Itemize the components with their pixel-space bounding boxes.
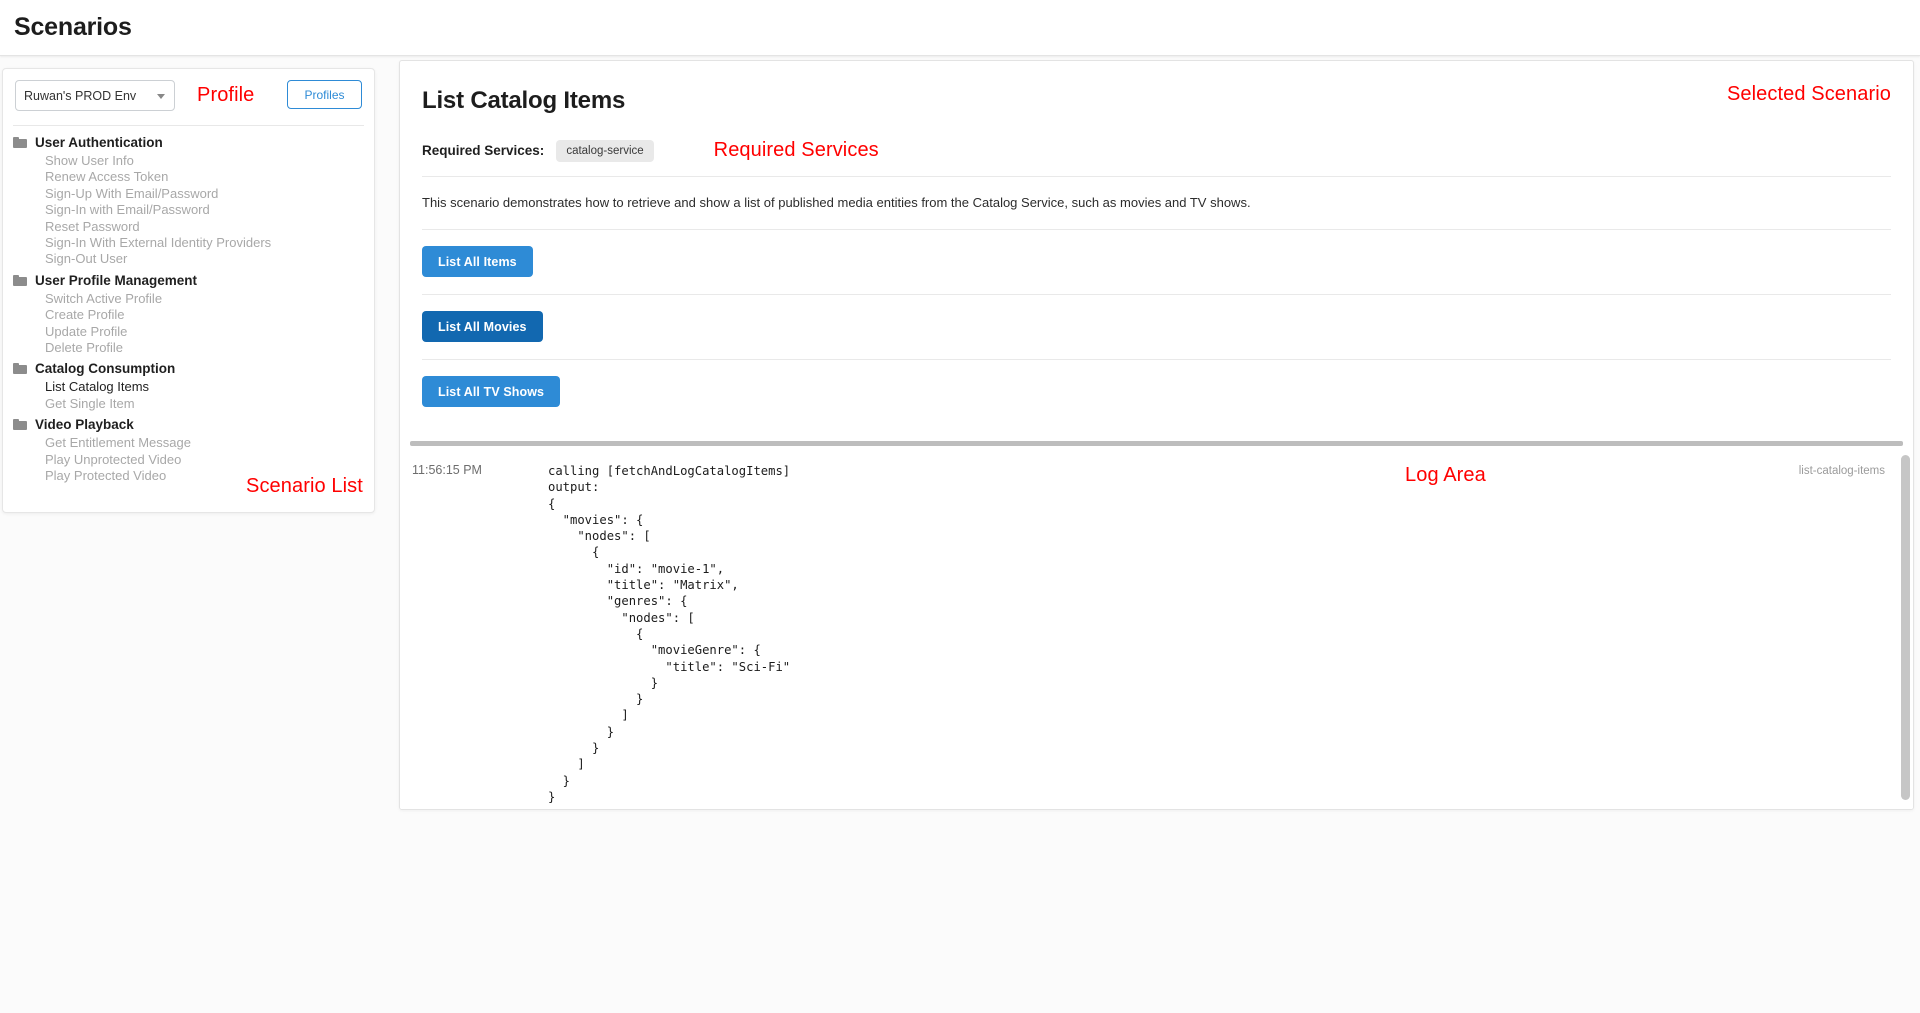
folder-icon <box>13 363 27 374</box>
log-scrollbar[interactable] <box>1901 455 1910 805</box>
scenario-item[interactable]: Sign-In With External Identity Providers <box>13 235 364 251</box>
scenario-description: This scenario demonstrates how to retrie… <box>400 177 1913 212</box>
scenario-item[interactable]: Delete Profile <box>13 340 364 356</box>
scenario-list-panel: Ruwan's PROD Env Profile Profiles User A… <box>2 68 375 513</box>
scenario-group-1[interactable]: User Profile Management <box>13 270 364 291</box>
app-root: Scenarios Ruwan's PROD Env Profile Profi… <box>0 0 1920 1013</box>
profiles-button[interactable]: Profiles <box>287 80 362 109</box>
scenario-item[interactable]: Sign-In with Email/Password <box>13 202 364 218</box>
profile-select-value: Ruwan's PROD Env <box>24 89 136 103</box>
sidebar-divider <box>13 125 364 126</box>
scenario-group-label: User Authentication <box>35 135 163 150</box>
log-area: 11:56:15 PM calling [fetchAndLogCatalogI… <box>400 451 1913 809</box>
action-row-1: List All Movies <box>400 295 1913 342</box>
scenario-item[interactable]: List Catalog Items <box>13 379 364 395</box>
scenario-item[interactable]: Switch Active Profile <box>13 291 364 307</box>
action-row-0: List All Items <box>400 230 1913 277</box>
scenario-group-2[interactable]: Catalog Consumption <box>13 358 364 379</box>
scenario-item[interactable]: Create Profile <box>13 307 364 323</box>
scenario-item[interactable]: Show User Info <box>13 153 364 169</box>
chevron-down-icon <box>157 94 165 99</box>
required-services-label: Required Services: <box>422 143 544 158</box>
scenario-item[interactable]: Get Single Item <box>13 396 364 412</box>
scenario-title: List Catalog Items <box>422 87 1891 115</box>
folder-icon <box>13 275 27 286</box>
scenario-item[interactable]: Sign-Out User <box>13 251 364 267</box>
scenario-detail-panel: List Catalog Items Selected Scenario Req… <box>399 60 1914 810</box>
page-title: Scenarios <box>14 13 132 42</box>
scenario-item[interactable]: Reset Password <box>13 219 364 235</box>
annotation-required-services: Required Services <box>714 139 879 162</box>
page-header: Scenarios <box>0 0 1920 56</box>
scenario-tree: User Authentication Show User InfoRenew A… <box>3 132 374 493</box>
profile-select[interactable]: Ruwan's PROD Env <box>15 80 175 111</box>
log-output: calling [fetchAndLogCatalogItems] output… <box>548 463 1913 805</box>
scenario-item[interactable]: Get Entitlement Message <box>13 435 364 451</box>
service-chip: catalog-service <box>556 140 653 162</box>
scenario-group-3[interactable]: Video Playback <box>13 414 364 435</box>
log-scrollbar-thumb[interactable] <box>1901 455 1910 800</box>
scenario-group-0[interactable]: User Authentication <box>13 132 364 153</box>
log-entry: 11:56:15 PM calling [fetchAndLogCatalogI… <box>400 451 1913 805</box>
scenario-group-label: User Profile Management <box>35 273 197 288</box>
annotation-scenario-list: Scenario List <box>246 475 363 498</box>
log-panel-resizer[interactable] <box>410 441 1903 446</box>
log-scenario-tag: list-catalog-items <box>1799 465 1885 477</box>
list-all-items-button[interactable]: List All Items <box>422 246 533 277</box>
folder-icon <box>13 137 27 148</box>
log-timestamp: 11:56:15 PM <box>400 463 548 805</box>
action-row-2: List All TV Shows <box>400 360 1913 407</box>
scenario-item[interactable]: Update Profile <box>13 324 364 340</box>
required-services-row: Required Services: catalog-service Requi… <box>422 139 1891 162</box>
profile-row: Ruwan's PROD Env Profile Profiles <box>3 69 374 121</box>
annotation-selected-scenario: Selected Scenario <box>1727 83 1891 106</box>
scenario-item[interactable]: Renew Access Token <box>13 169 364 185</box>
scenario-header: List Catalog Items Selected Scenario Req… <box>400 61 1913 162</box>
scenario-item[interactable]: Play Unprotected Video <box>13 452 364 468</box>
scenario-item[interactable]: Sign-Up With Email/Password <box>13 186 364 202</box>
scenario-group-label: Video Playback <box>35 417 134 432</box>
annotation-profile: Profile <box>197 84 254 107</box>
folder-icon <box>13 419 27 430</box>
list-all-tv-shows-button[interactable]: List All TV Shows <box>422 376 560 407</box>
list-all-movies-button[interactable]: List All Movies <box>422 311 543 342</box>
scenario-group-label: Catalog Consumption <box>35 361 175 376</box>
annotation-log-area: Log Area <box>1405 464 1486 487</box>
